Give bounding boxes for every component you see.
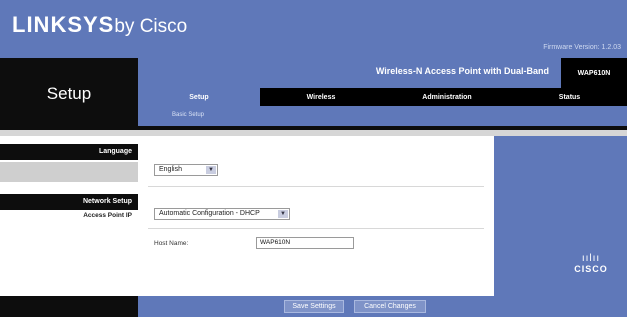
left-nav: Language Network Setup Access Point IP <box>0 136 138 296</box>
tab-setup[interactable]: Setup <box>138 88 260 106</box>
tab-status[interactable]: Status <box>512 88 627 106</box>
nav-gap <box>0 162 138 182</box>
logo-suffix: by Cisco <box>114 16 188 37</box>
subtab-basic-setup[interactable]: Basic Setup <box>172 112 204 118</box>
ip-mode-select[interactable]: Automatic Configuration - DHCP ▼ <box>154 208 290 220</box>
tab-wireless[interactable]: Wireless <box>260 88 382 106</box>
ip-mode-select-value: Automatic Configuration - DHCP <box>159 210 260 217</box>
language-select-value: English <box>159 166 182 173</box>
section-title: Setup <box>46 84 92 103</box>
language-select[interactable]: English ▼ <box>154 164 218 176</box>
help-pane: ıılıı CISCO <box>494 136 627 296</box>
top-header: LINKSYSby Cisco Firmware Version: 1.2.03 <box>0 0 627 58</box>
router-setup-page: LINKSYSby Cisco Firmware Version: 1.2.03… <box>0 0 627 317</box>
chevron-down-icon: ▼ <box>278 210 288 218</box>
logo-main: LINKSYS <box>12 12 115 37</box>
tab-administration[interactable]: Administration <box>382 88 512 106</box>
linksys-logo: LINKSYSby Cisco <box>12 12 187 38</box>
host-name-input[interactable]: WAP610N <box>256 237 354 249</box>
bottom-left-bar <box>0 296 138 317</box>
nav-heading-network-setup: Network Setup <box>0 194 138 210</box>
chevron-down-icon: ▼ <box>206 166 216 174</box>
nav-heading-language: Language <box>0 144 138 160</box>
model-number: WAP610N <box>561 58 627 88</box>
section-divider <box>148 228 484 229</box>
cisco-logo: ıılıı CISCO <box>566 253 616 275</box>
cisco-bars-icon: ıılıı <box>581 253 601 264</box>
nav-item-access-point-ip: Access Point IP <box>83 212 132 219</box>
main-tabs: Setup Wireless Administration Status <box>138 88 627 106</box>
bottom-bar: Save Settings Cancel Changes <box>138 296 627 317</box>
firmware-version: Firmware Version: 1.2.03 <box>543 44 621 51</box>
subtab-bar: Basic Setup <box>138 106 627 126</box>
product-name: Wireless-N Access Point with Dual-Band <box>375 66 549 76</box>
section-divider <box>148 186 484 187</box>
cancel-changes-button[interactable]: Cancel Changes <box>354 300 426 313</box>
cisco-wordmark: CISCO <box>574 264 608 274</box>
save-settings-button[interactable]: Save Settings <box>284 300 344 313</box>
main-content: English ▼ Automatic Configuration - DHCP… <box>138 136 494 296</box>
host-name-label: Host Name: <box>154 240 189 247</box>
product-bar: Wireless-N Access Point with Dual-Band W… <box>138 58 627 88</box>
